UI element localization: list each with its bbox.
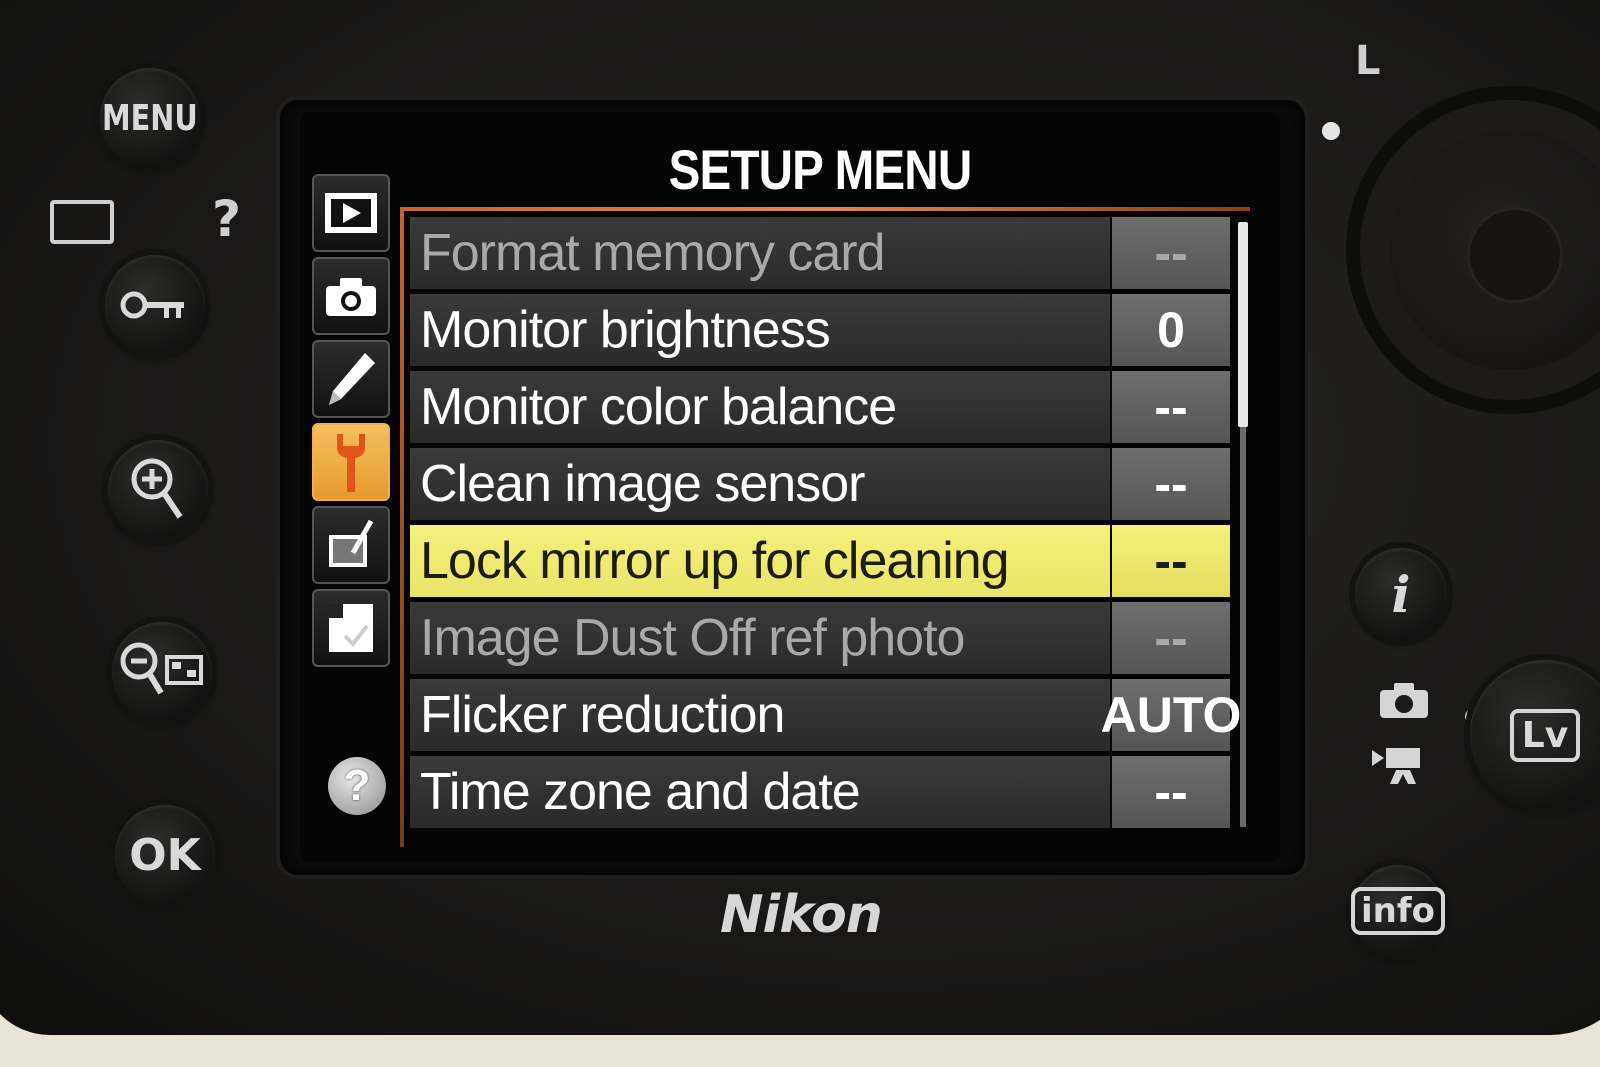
- menu-item-monitor-brightness[interactable]: Monitor brightness 0: [410, 294, 1230, 366]
- brand-logo: Nikon: [720, 885, 883, 945]
- zoom-out-thumbnail-icon: [120, 642, 203, 695]
- wrench-icon: [337, 434, 365, 492]
- camera-icon: [326, 278, 376, 316]
- menu-title: SETUP MENU: [668, 138, 973, 201]
- tab-custom-settings[interactable]: [312, 340, 390, 418]
- menu-item-value: AUTO: [1101, 679, 1241, 751]
- dial-indicator-dot: [1322, 122, 1340, 140]
- menu-item-label: Clean image sensor: [410, 448, 1110, 520]
- tab-my-menu[interactable]: [312, 589, 390, 667]
- zoom-in-icon: [131, 458, 183, 519]
- tab-setup[interactable]: [312, 423, 390, 501]
- retouch-shortcut-icon: [50, 200, 114, 244]
- menu-item-label: Monitor brightness: [410, 294, 1110, 366]
- i-button-label: i: [1391, 564, 1411, 624]
- play-icon: [325, 193, 377, 233]
- scrollbar-thumb[interactable]: [1238, 222, 1248, 427]
- menu-button[interactable]: MENU: [100, 68, 200, 168]
- my-menu-icon: [329, 604, 373, 652]
- tab-photo-shooting[interactable]: [312, 257, 390, 335]
- menu-item-value: --: [1112, 371, 1230, 443]
- menu-item-label: Image Dust Off ref photo: [410, 602, 1110, 674]
- movie-mode-icon: [1370, 742, 1430, 791]
- live-view-label: Lv: [1509, 708, 1581, 762]
- menu-item-flicker-reduction[interactable]: Flicker reduction AUTO: [410, 679, 1241, 751]
- menu-item-monitor-color-balance[interactable]: Monitor color balance --: [410, 371, 1230, 443]
- ok-button[interactable]: OK: [115, 805, 215, 905]
- tab-retouch[interactable]: [312, 506, 390, 584]
- zoom-in-button[interactable]: [108, 440, 208, 540]
- menu-item-label: Lock mirror up for cleaning: [410, 525, 1110, 597]
- pencil-icon: [329, 353, 375, 405]
- menu-item-label: Format memory card: [410, 217, 1110, 289]
- menu-frame-top: [400, 207, 1250, 211]
- photo-mode-icon: [1378, 680, 1430, 725]
- menu-item-image-dust-off[interactable]: Image Dust Off ref photo --: [410, 602, 1230, 674]
- menu-item-value: --: [1112, 756, 1230, 828]
- retouch-brush-icon: [329, 519, 374, 567]
- ok-button-label: OK: [129, 829, 201, 881]
- zoom-out-thumbnail-button[interactable]: [112, 622, 212, 722]
- i-button[interactable]: i: [1355, 548, 1447, 640]
- menu-button-label: MENU: [102, 97, 198, 139]
- menu-item-value: --: [1112, 602, 1230, 674]
- help-icon[interactable]: ?: [328, 757, 386, 815]
- lcd-screen: SETUP MENU ? Format memory card -- Monit…: [300, 112, 1280, 862]
- menu-item-time-zone-and-date[interactable]: Time zone and date --: [410, 756, 1230, 828]
- menu-item-value: --: [1112, 448, 1230, 520]
- menu-item-lock-mirror-up[interactable]: Lock mirror up for cleaning --: [410, 525, 1230, 597]
- menu-item-clean-image-sensor[interactable]: Clean image sensor --: [410, 448, 1230, 520]
- help-symbol: ?: [212, 190, 242, 248]
- menu-item-value: --: [1112, 525, 1230, 597]
- info-button[interactable]: info: [1351, 865, 1446, 957]
- multi-selector-center[interactable]: [1470, 210, 1560, 300]
- menu-item-value: 0: [1112, 294, 1230, 366]
- key-icon: [120, 291, 184, 319]
- menu-item-value: --: [1112, 217, 1230, 289]
- menu-frame-left: [400, 207, 404, 847]
- menu-item-format-memory-card[interactable]: Format memory card --: [410, 217, 1230, 289]
- info-button-label: info: [1351, 887, 1446, 935]
- tab-playback[interactable]: [312, 174, 390, 252]
- protect-key-button[interactable]: [105, 255, 205, 355]
- menu-item-label: Time zone and date: [410, 756, 1110, 828]
- menu-item-label: Flicker reduction: [410, 679, 1110, 751]
- menu-item-label: Monitor color balance: [410, 371, 1110, 443]
- dial-lock-mark: L: [1355, 38, 1381, 84]
